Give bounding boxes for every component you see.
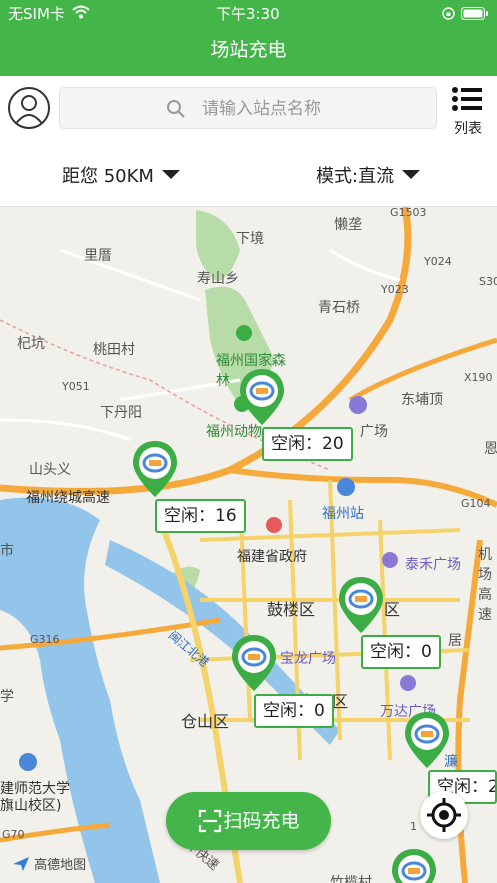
- map-label: X190: [464, 371, 493, 384]
- map-label: 仓山区: [181, 712, 230, 731]
- charging-station-pin[interactable]: [337, 575, 385, 635]
- map-label: 里厝: [84, 248, 112, 264]
- scan-icon: [198, 809, 222, 833]
- page-title: 场站充电: [210, 39, 287, 61]
- map-label: S30: [479, 275, 497, 288]
- map-label: 机场高速: [478, 547, 492, 623]
- amap-logo-icon: [13, 857, 29, 871]
- map-label: 福州站: [322, 506, 364, 522]
- map-label: 寿山乡: [197, 271, 239, 287]
- map-label: 鼓楼区: [267, 600, 316, 619]
- map-label: 竹榄村: [330, 875, 372, 883]
- list-icon: [452, 87, 482, 111]
- map-label: 懒垄: [334, 217, 362, 233]
- map-label: 泰禾广场: [405, 557, 461, 573]
- search-input[interactable]: [200, 96, 424, 122]
- map-label: 闽江北港: [165, 628, 212, 670]
- search-row: 列表: [0, 76, 497, 144]
- map-label: 居: [448, 633, 462, 649]
- distance-filter[interactable]: 距您 50KM: [62, 162, 180, 188]
- map-provider-logo: 高德地图: [12, 854, 86, 873]
- wifi-icon: [72, 5, 90, 19]
- charging-station-pin[interactable]: [403, 710, 451, 770]
- list-label: 列表: [454, 121, 482, 137]
- map-label: Y051: [62, 380, 90, 393]
- list-button[interactable]: 列表: [447, 86, 489, 138]
- map-label: 福建省政府: [237, 549, 307, 565]
- map-label: 下境: [236, 231, 264, 247]
- map-label: G1503: [390, 207, 427, 219]
- filter-row: 距您 50KM 模式:直流: [0, 144, 497, 207]
- distance-filter-label: 距您 50KM: [62, 166, 154, 187]
- map-label: 广场: [360, 424, 388, 440]
- station-availability-tag[interactable]: 空闲：20: [262, 427, 353, 461]
- charging-station-pin[interactable]: [131, 439, 179, 499]
- station-availability-tag[interactable]: 空闲：0: [361, 635, 441, 669]
- map-label: 桃田村: [93, 342, 135, 358]
- carrier-label: 无SIM卡: [8, 5, 65, 23]
- avatar-button[interactable]: [8, 87, 50, 129]
- scan-to-charge-button[interactable]: 扫码充电: [166, 792, 331, 850]
- locate-button[interactable]: [420, 791, 468, 839]
- map-label: 杞坑: [17, 336, 45, 352]
- map-label: 恩: [484, 441, 497, 457]
- map-view[interactable]: 懒垄 G1503 下境 里厝 Y024 寿山乡 青石桥 Y023 S30 杞坑 …: [0, 207, 497, 883]
- map-label: 1: [410, 820, 417, 833]
- map-label: 下丹阳: [100, 405, 142, 421]
- crosshair-icon: [427, 798, 461, 832]
- charging-station-pin[interactable]: [230, 633, 278, 693]
- charging-station-pin[interactable]: [238, 367, 286, 427]
- map-label: G104: [461, 497, 491, 510]
- map-label: 市: [0, 543, 14, 559]
- map-label: 旗山校区): [0, 798, 62, 814]
- map-label: G316: [30, 633, 60, 646]
- station-availability-tag[interactable]: 空闲：0: [254, 694, 334, 728]
- orientation-lock-icon: [442, 7, 455, 20]
- caret-down-icon: [402, 170, 421, 179]
- map-label: Y024: [424, 255, 452, 268]
- scan-button-label: 扫码充电: [223, 810, 300, 832]
- search-icon: [167, 100, 185, 118]
- map-label: 宝龙广场: [280, 651, 336, 667]
- battery-icon: [461, 7, 488, 20]
- station-availability-tag[interactable]: 空闲：16: [155, 499, 246, 533]
- map-label: G70: [2, 828, 25, 841]
- map-label: 福州绕城高速: [26, 490, 110, 506]
- clock: 下午3:30: [216, 5, 280, 23]
- map-logo-label: 高德地图: [34, 858, 87, 873]
- caret-down-icon: [161, 170, 180, 179]
- charging-station-pin[interactable]: [390, 847, 438, 883]
- search-box[interactable]: [59, 87, 437, 129]
- map-label: Y023: [381, 283, 409, 296]
- map-label: 山头义: [29, 462, 71, 478]
- map-label: 区: [384, 600, 401, 619]
- mode-filter-label: 模式:直流: [316, 166, 395, 187]
- status-bar: 无SIM卡 下午3:30: [0, 0, 497, 26]
- map-label: 学: [0, 689, 14, 705]
- map-labels: 懒垄 G1503 下境 里厝 Y024 寿山乡 青石桥 Y023 S30 杞坑 …: [0, 207, 497, 883]
- mode-filter[interactable]: 模式:直流: [316, 162, 421, 188]
- map-label: 青石桥: [318, 300, 360, 316]
- user-icon: [14, 95, 44, 126]
- map-label: 东埔顶: [401, 392, 443, 408]
- nav-bar: 场站充电: [0, 26, 497, 76]
